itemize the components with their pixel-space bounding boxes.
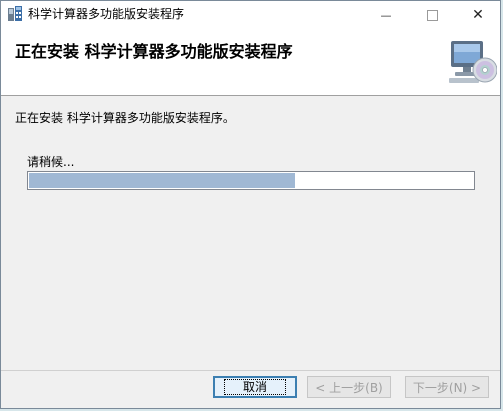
window-title: 科学计算器多功能版安装程序: [28, 7, 185, 21]
footer-divider: [1, 370, 500, 371]
computer-cd-icon: [449, 41, 497, 83]
back-button[interactable]: < 上一步(B): [307, 376, 391, 398]
maximize-icon: [426, 9, 438, 21]
minimize-button[interactable]: —: [363, 1, 409, 29]
close-icon: ✕: [472, 7, 484, 23]
cancel-button-label: 取消: [223, 379, 286, 395]
header-banner: 正在安装 科学计算器多功能版安装程序: [1, 29, 500, 96]
title-bar[interactable]: 科学计算器多功能版安装程序 — ✕: [1, 1, 500, 29]
installer-app-icon: [8, 6, 22, 21]
progress-bar-fill: [29, 173, 295, 188]
please-wait-label: 请稍候...: [27, 155, 75, 169]
cancel-button[interactable]: 取消: [213, 376, 297, 398]
minimize-icon: —: [380, 8, 392, 22]
progress-bar: [27, 171, 475, 190]
install-status-text: 正在安装 科学计算器多功能版安装程序。: [15, 111, 235, 125]
close-button[interactable]: ✕: [455, 1, 501, 29]
next-button[interactable]: 下一步(N) >: [405, 376, 489, 398]
banner-title: 正在安装 科学计算器多功能版安装程序: [15, 42, 293, 61]
maximize-button[interactable]: [409, 1, 455, 29]
installer-window: 科学计算器多功能版安装程序 — ✕ 正在安装 科学计算器多功能版安装程序 正在安…: [0, 0, 501, 409]
